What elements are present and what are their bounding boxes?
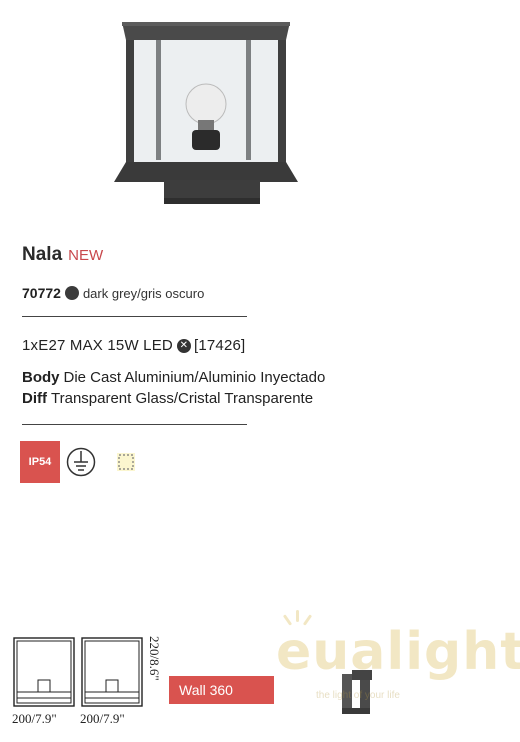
- spec-body: Body Die Cast Aluminium/Aluminio Inyectad…: [22, 369, 325, 386]
- watermark-tagline: the light of your life: [316, 690, 400, 701]
- new-badge: NEW: [68, 247, 104, 264]
- earth-ground-icon: [66, 447, 96, 477]
- spec-diff-value: Transparent Glass/Cristal Transparente: [51, 390, 314, 407]
- spec-diff-key: Diff: [22, 390, 47, 407]
- lamp-reference: [17426]: [193, 337, 246, 354]
- spec-body-value: Die Cast Aluminium/Aluminio Inyectado: [63, 369, 326, 386]
- depth-dimension: 200/7.9": [80, 711, 125, 726]
- ip-rating-badge: IP54: [20, 441, 60, 483]
- product-name: Nala: [22, 244, 63, 265]
- side-view-drawing: [81, 637, 143, 707]
- led-compatible-icon: [117, 453, 135, 471]
- color-swatch-icon: [64, 286, 79, 300]
- divider: [22, 424, 247, 425]
- watermark-brand: eualight: [276, 622, 520, 682]
- height-dimension: 220/8.6": [147, 636, 162, 681]
- product-title: Nala NEW: [22, 244, 103, 266]
- product-image: [114, 22, 298, 204]
- reference-code: 70772: [22, 285, 61, 301]
- width-dimension: 200/7.9": [12, 711, 57, 726]
- divider: [22, 316, 247, 317]
- spec-body-key: Body: [22, 369, 60, 386]
- reference-row: 70772 dark grey/gris oscuro: [22, 285, 204, 301]
- bulb-not-included-icon: ✕: [176, 338, 191, 353]
- front-view-drawing: [13, 637, 75, 707]
- color-label: dark grey/gris oscuro: [82, 285, 205, 301]
- height-dimension-box: 220/8.6": [146, 636, 164, 708]
- lamp-spec: 1xE27 MAX 15W LED ✕ [17426]: [22, 337, 245, 354]
- brand-watermark: eualight the light of your life: [256, 610, 520, 732]
- spec-diff: Diff Transparent Glass/Cristal Transparen…: [22, 390, 313, 407]
- lamp-type: 1xE27 MAX 15W LED: [22, 337, 173, 354]
